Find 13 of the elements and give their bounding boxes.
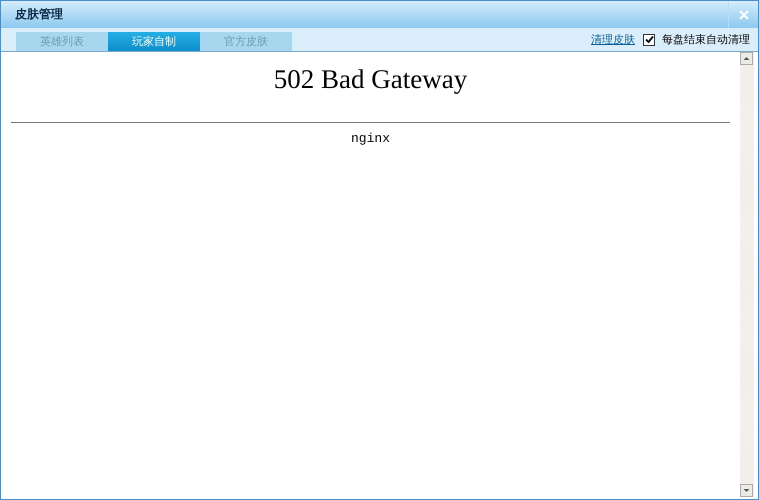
clean-skins-link[interactable]: 清理皮肤	[591, 32, 635, 47]
tab[interactable]: 玩家自制	[108, 32, 200, 51]
checkbox-label: 每盘结束自动清理	[662, 32, 750, 47]
close-icon	[738, 10, 748, 20]
server-name: nginx	[350, 131, 391, 146]
scroll-down-icon[interactable]	[740, 484, 753, 497]
scrollbar[interactable]	[740, 52, 754, 497]
error-heading: 502 Bad Gateway	[272, 64, 468, 95]
tab[interactable]: 官方皮肤	[200, 32, 292, 51]
checkbox[interactable]	[643, 34, 655, 46]
scroll-up-icon[interactable]	[740, 52, 753, 65]
window-title: 皮肤管理	[15, 6, 63, 23]
tab[interactable]: 英雄列表	[16, 32, 108, 51]
